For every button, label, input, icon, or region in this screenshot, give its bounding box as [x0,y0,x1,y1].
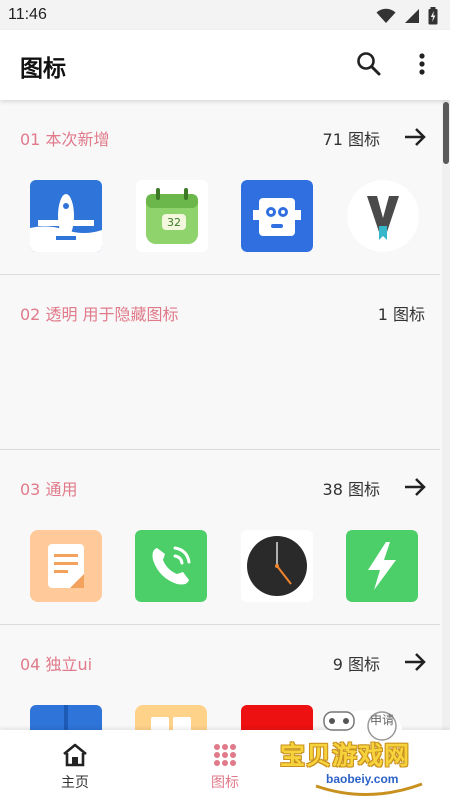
watermark-text: 宝贝游戏网 [280,741,411,770]
grid-icon [214,744,236,766]
v-bookmark-app-icon[interactable] [347,180,419,252]
nav-label: 主页 [61,775,89,791]
lightning-app-icon[interactable] [346,530,418,602]
nav-item-home[interactable]: 主页 [0,730,150,800]
signal-icon [405,9,419,23]
screen: 11:46 图标 01 本次新增 71 图标 32 02 透明 用于隐藏图标 1… [0,0,450,800]
section-count: 71 图标 [322,130,380,149]
icon-pack-list[interactable]: 01 本次新增 71 图标 32 02 透明 用于隐藏图标 1 图标 03 通用… [0,100,440,730]
section-count: 38 图标 [322,480,380,499]
arrow-right-icon[interactable] [402,649,428,675]
icon-row [30,530,422,604]
arrow-right-icon[interactable] [402,124,428,150]
wifi-icon [376,8,396,23]
watermark-partial-label: 申请 [370,713,394,727]
clock-app-icon[interactable] [241,530,313,602]
section-title: 03 通用 [20,480,78,499]
scrollbar[interactable] [442,100,450,730]
scrollbar-thumb[interactable] [443,102,449,164]
section-new[interactable]: 01 本次新增 71 图标 32 [0,100,440,275]
more-vert-icon[interactable] [412,50,432,78]
orange-app-icon[interactable] [135,705,207,730]
home-icon [63,743,87,767]
section-count: 1 图标 [377,305,425,324]
blue-app-icon[interactable] [30,705,102,730]
notes-app-icon[interactable] [30,530,102,602]
section-title: 01 本次新增 [20,130,110,149]
icon-row: 32 [30,180,422,254]
watermark: 申请 宝贝游戏网 baobeiy.com [272,706,450,800]
section-count: 9 图标 [332,655,380,674]
calendar-app-icon[interactable]: 32 [136,180,208,252]
section-title: 04 独立ui [20,655,93,674]
phone-app-icon[interactable] [135,530,207,602]
svg-text:32: 32 [167,216,181,229]
status-icons [376,7,438,25]
arrow-right-icon[interactable] [402,474,428,500]
section-transparent[interactable]: 02 透明 用于隐藏图标 1 图标 [0,275,440,450]
battery-icon [428,7,438,25]
search-icon[interactable] [355,50,383,78]
section-common[interactable]: 03 通用 38 图标 [0,450,440,625]
page-title: 图标 [20,56,66,82]
status-time: 11:46 [8,6,47,23]
airplane-app-icon[interactable] [30,180,102,252]
app-bar: 图标 [0,30,450,100]
section-title: 02 透明 用于隐藏图标 [20,305,179,324]
robot-app-icon[interactable] [241,180,313,252]
status-bar: 11:46 [0,0,450,30]
watermark-url: baobeiy.com [326,772,399,786]
